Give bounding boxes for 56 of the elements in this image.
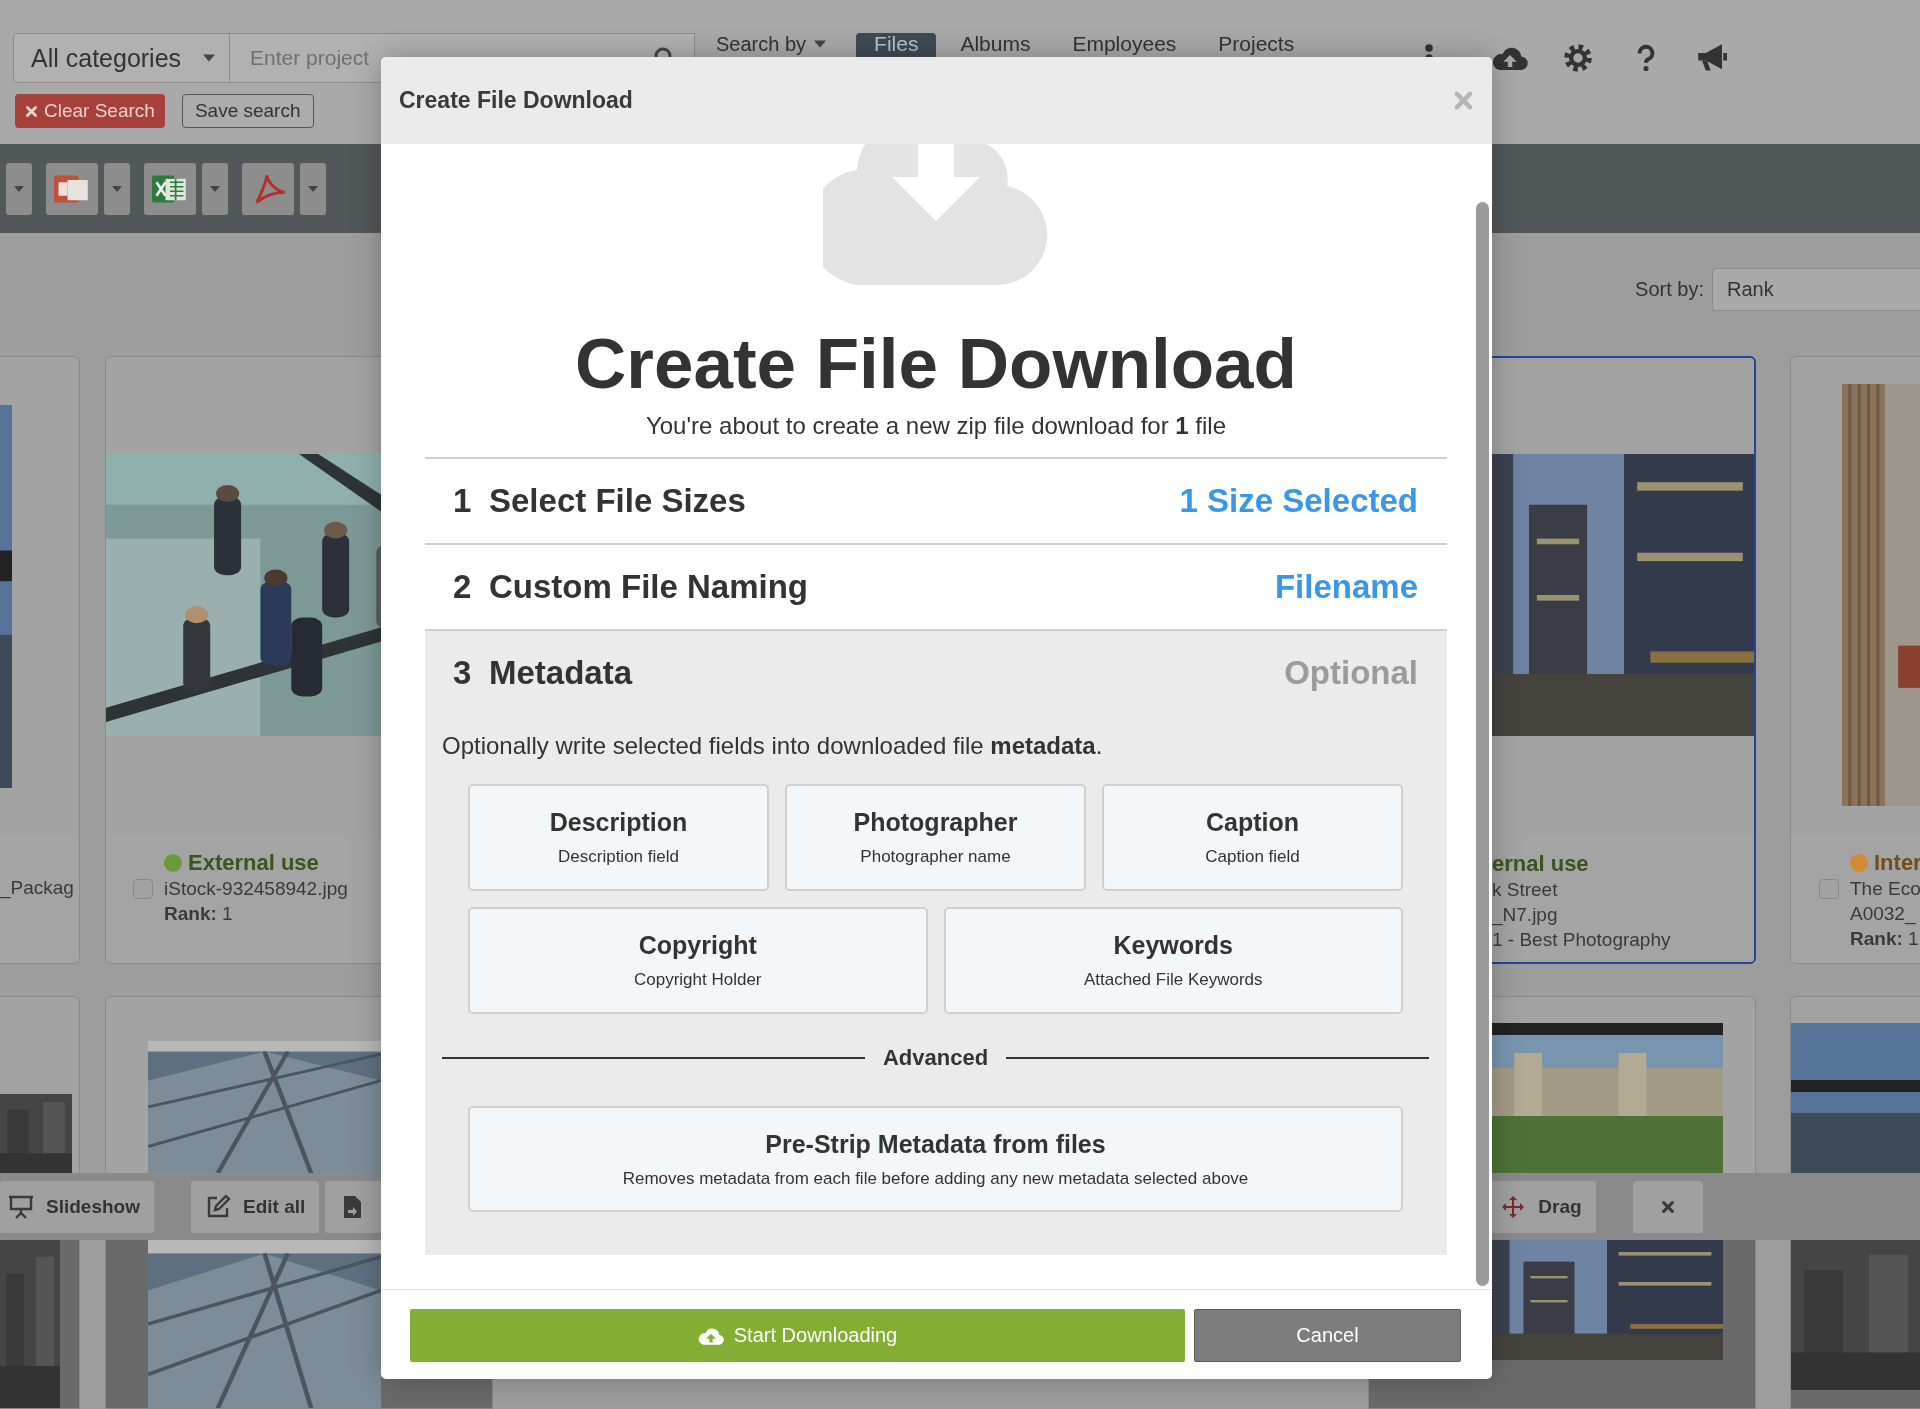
file-detail: Rank: 1 [1850,927,1920,951]
slideshow-button[interactable]: Slideshow [0,1180,154,1233]
caret-icon [210,185,220,192]
presentation-icon [8,1194,34,1219]
file-detail: 1 - Best Photography [1492,928,1671,952]
close-icon [1660,1199,1675,1214]
caret-icon [308,185,318,192]
search-by-dropdown[interactable]: Search by [716,33,827,55]
step-number: 1 [453,482,473,520]
caret-icon [112,185,122,192]
save-search-button[interactable]: Save search [181,94,314,128]
file-detail: Rank: 1 [164,902,234,926]
file-detail: A0032_ [1850,902,1917,926]
step-number: 3 [453,654,473,692]
close-icon [25,104,38,118]
metadata-field-button[interactable]: Keywords Attached File Keywords [943,907,1403,1014]
metadata-field-button[interactable]: Copyright Copyright Holder [468,907,928,1014]
section-label: Advanced [882,1045,989,1071]
dialog-heading: Create File Download [574,323,1298,405]
close-button[interactable] [1632,1180,1703,1233]
file-detail: k Street [1492,878,1559,902]
cancel-button[interactable]: Cancel [1194,1309,1461,1362]
file-detail: The Eco [1850,877,1920,901]
caret-icon [814,40,827,48]
file-type-button[interactable] [144,162,196,215]
metadata-field-button[interactable]: Description Description field [468,784,769,891]
nav-tab[interactable]: Employees [1054,33,1195,57]
dialog-title: Create File Download [399,87,633,114]
nav-tab[interactable]: Albums [942,33,1049,57]
edit-button[interactable]: Edit all [190,1180,320,1233]
file-detail: _Packag [0,876,74,900]
status-label: External use [188,850,319,876]
checkbox[interactable] [1819,879,1839,899]
checkbox[interactable] [133,879,153,899]
caret-icon [14,185,24,192]
status-label: ernal use [1492,851,1589,877]
option-button[interactable]: Pre-Strip Metadata from files Removes metadata from each file before adding any new metadata selected above [468,1106,1403,1212]
dialog-subtitle: You're about to create a new zip file download for 1 file [644,411,1228,441]
scrollbar-thumb[interactable] [1476,202,1489,1286]
clear-search-button[interactable]: Clear Search [15,94,165,128]
metadata-field-button[interactable]: Caption Caption field [1102,784,1403,891]
file-detail: _N7.jpg [1492,903,1559,927]
metadata-field-button[interactable]: Photographer Photographer name [785,784,1086,891]
file-detail: iStock-932458942.jpg [164,877,348,901]
step-number: 2 [453,568,473,606]
file-type-button[interactable] [46,162,98,215]
sort-label: Sort by: [1635,278,1704,301]
file-card[interactable]: _Packag [0,356,80,964]
nav-tab[interactable]: Projects [1200,33,1313,57]
move-icon [1500,1194,1527,1219]
caret-icon [203,54,215,62]
sort-dropdown[interactable]: Rank [1712,268,1920,311]
nav-tab[interactable]: Files [856,33,937,57]
category-dropdown[interactable]: All categories [13,33,230,83]
start-download-button[interactable]: Start Downloading [410,1309,1185,1362]
settings-icon[interactable] [1562,43,1595,73]
